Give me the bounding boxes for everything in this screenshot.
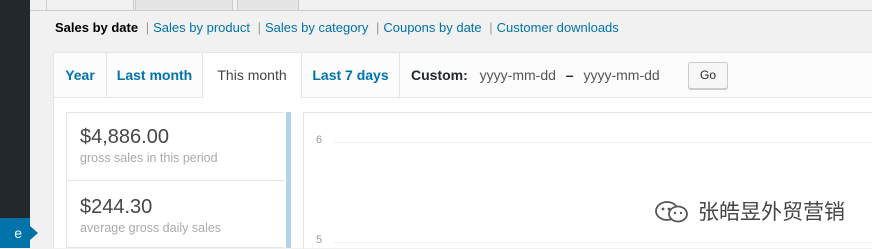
admin-sidebar: e <box>0 0 38 248</box>
report-link-customer-downloads[interactable]: Customer downloads <box>497 20 619 35</box>
tab-last-month[interactable]: Last month <box>107 53 203 99</box>
date-range-bar: Year Last month This month Last 7 days C… <box>53 52 872 100</box>
report-link-sales-by-product[interactable]: Sales by product <box>153 20 250 35</box>
report-links: Sales by date | Sales by product | Sales b… <box>55 20 619 35</box>
legend-item-average-daily[interactable]: $244.30 average gross daily sales <box>67 196 285 235</box>
tab-this-month[interactable]: This month <box>203 53 302 100</box>
chart-area: 6 5 <box>303 112 872 249</box>
legend-accent-bar <box>286 112 291 248</box>
legend-divider <box>67 180 285 181</box>
average-daily-amount: $244.30 <box>80 196 153 218</box>
separator: | <box>489 20 493 35</box>
wechat-icon <box>655 201 688 223</box>
gridline <box>334 142 872 143</box>
report-link-sales-by-date: Sales by date <box>55 20 139 35</box>
report-link-sales-by-category[interactable]: Sales by category <box>265 20 368 35</box>
y-tick-5: 5 <box>316 234 323 246</box>
range-separator: – <box>565 67 574 83</box>
gridline <box>334 242 872 243</box>
go-button[interactable]: Go <box>688 62 728 89</box>
legend-item-gross-sales[interactable]: $4,886.00 gross sales in this period <box>67 126 285 165</box>
start-date-input[interactable]: yyyy-mm-dd <box>480 67 556 83</box>
gross-sales-amount: $4,886.00 <box>80 126 169 148</box>
nav-divider <box>30 10 872 11</box>
separator: | <box>375 20 380 35</box>
tab-last-7-days[interactable]: Last 7 days <box>302 53 400 99</box>
watermark-text: 张皓昱外贸营销 <box>698 201 845 224</box>
average-daily-desc: average gross daily sales <box>80 221 222 235</box>
end-date-input[interactable]: yyyy-mm-dd <box>583 67 659 83</box>
tab-year[interactable]: Year <box>54 53 107 99</box>
sidebar-active-item-label: e <box>14 225 22 241</box>
chart-legend: $4,886.00 gross sales in this period $24… <box>66 112 285 248</box>
custom-label: Custom: <box>411 67 468 83</box>
separator: | <box>145 20 150 35</box>
y-tick-6: 6 <box>316 134 323 146</box>
gross-sales-desc: gross sales in this period <box>80 151 218 165</box>
separator: | <box>257 20 261 35</box>
report-link-coupons-by-date[interactable]: Coupons by date <box>383 20 481 35</box>
sidebar-active-item[interactable]: e <box>0 218 38 248</box>
custom-range: Custom: yyyy-mm-dd – yyyy-mm-dd <box>411 53 660 97</box>
